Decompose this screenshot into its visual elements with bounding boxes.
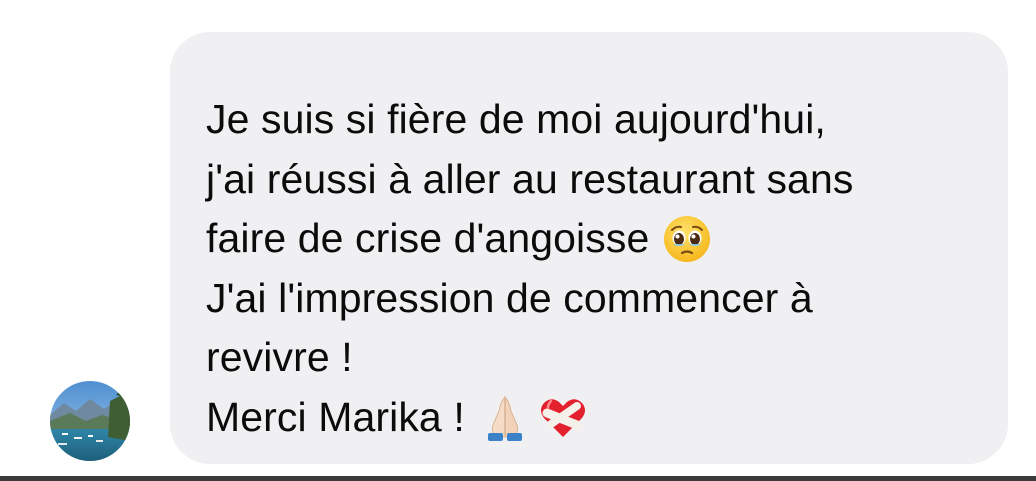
message-line-6: Merci Marika ! bbox=[206, 388, 978, 448]
pleading-face-emoji-icon bbox=[661, 213, 713, 265]
message-line-4: J'ai l'impression de commencer à bbox=[206, 269, 978, 329]
message-text: J'ai l'impression de commencer à bbox=[206, 274, 813, 321]
message-line-5: revivre ! bbox=[206, 328, 978, 388]
message-line-1: Je suis si fière de moi aujourd'hui, bbox=[206, 90, 978, 150]
mending-heart-emoji-icon bbox=[537, 391, 589, 443]
message-text: Je suis si fière de moi aujourd'hui, bbox=[206, 96, 826, 142]
message-text: j'ai réussi à aller au restaurant sans bbox=[206, 155, 854, 202]
message-bubble[interactable]: Je suis si fière de moi aujourd'hui, j'a… bbox=[170, 32, 1008, 464]
folded-hands-emoji-icon bbox=[479, 391, 531, 443]
message-text: Merci Marika ! bbox=[206, 393, 465, 440]
bottom-divider bbox=[0, 476, 1036, 481]
chat-screen: Je suis si fière de moi aujourd'hui, j'a… bbox=[0, 0, 1036, 481]
message-line-3: faire de crise d'angoisse bbox=[206, 209, 978, 269]
message-text: revivre ! bbox=[206, 334, 353, 380]
sender-avatar[interactable] bbox=[50, 381, 130, 461]
message-line-2: j'ai réussi à aller au restaurant sans bbox=[206, 150, 978, 210]
avatar-lake-photo-icon bbox=[50, 381, 130, 461]
message-text: faire de crise d'angoisse bbox=[206, 215, 650, 261]
